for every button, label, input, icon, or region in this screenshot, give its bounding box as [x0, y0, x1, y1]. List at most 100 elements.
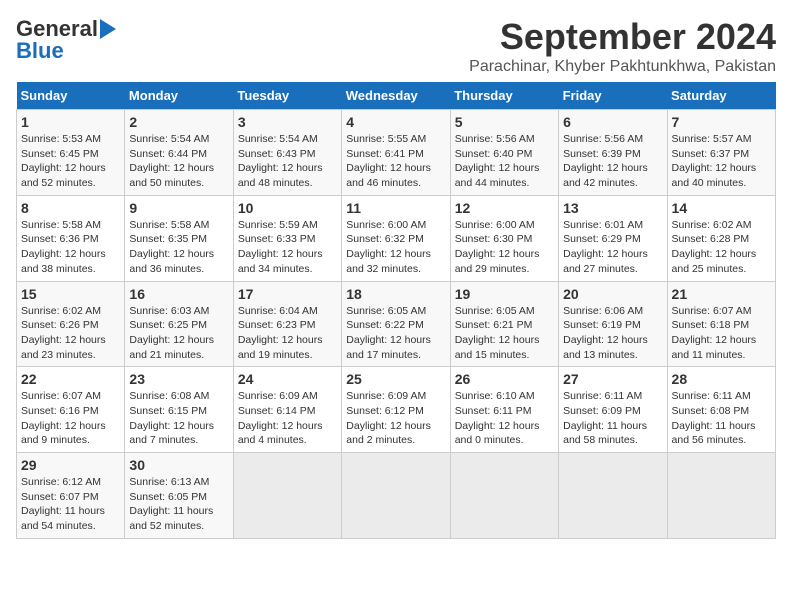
day-details: Sunrise: 6:02 AMSunset: 6:28 PMDaylight:… — [672, 218, 771, 277]
day-number: 5 — [455, 114, 554, 130]
week-row-1: 1Sunrise: 5:53 AMSunset: 6:45 PMDaylight… — [17, 110, 776, 196]
table-row: 29 Sunrise: 6:12 AMSunset: 6:07 PMDayligh… — [17, 453, 125, 539]
table-row: 28 Sunrise: 6:11 AMSunset: 6:08 PMDayligh… — [667, 367, 775, 453]
logo: General Blue — [16, 16, 116, 64]
table-row: 9 Sunrise: 5:58 AMSunset: 6:35 PMDaylight… — [125, 195, 233, 281]
day-number: 13 — [563, 200, 662, 216]
day-number: 26 — [455, 371, 554, 387]
day-details: Sunrise: 6:13 AMSunset: 6:05 PMDaylight:… — [129, 475, 228, 534]
page-subtitle: Parachinar, Khyber Pakhtunkhwa, Pakistan — [469, 58, 776, 76]
day-details: Sunrise: 6:11 AMSunset: 6:08 PMDaylight:… — [672, 389, 771, 448]
day-details: Sunrise: 5:58 AMSunset: 6:35 PMDaylight:… — [129, 218, 228, 277]
day-details: Sunrise: 6:07 AMSunset: 6:18 PMDaylight:… — [672, 304, 771, 363]
table-row: 7 Sunrise: 5:57 AMSunset: 6:37 PMDaylight… — [667, 110, 775, 196]
header-saturday: Saturday — [667, 82, 775, 110]
header-wednesday: Wednesday — [342, 82, 450, 110]
table-row: 10 Sunrise: 5:59 AMSunset: 6:33 PMDayligh… — [233, 195, 341, 281]
day-details: Sunrise: 6:02 AMSunset: 6:26 PMDaylight:… — [21, 304, 120, 363]
table-row: 5 Sunrise: 5:56 AMSunset: 6:40 PMDaylight… — [450, 110, 558, 196]
header-tuesday: Tuesday — [233, 82, 341, 110]
day-number: 7 — [672, 114, 771, 130]
table-row: 18 Sunrise: 6:05 AMSunset: 6:22 PMDayligh… — [342, 281, 450, 367]
table-row: 16Sunrise: 6:03 AMSunset: 6:25 PMDayligh… — [125, 281, 233, 367]
table-row: 11 Sunrise: 6:00 AMSunset: 6:32 PMDayligh… — [342, 195, 450, 281]
day-number: 25 — [346, 371, 445, 387]
day-number: 3 — [238, 114, 337, 130]
table-row — [559, 453, 667, 539]
table-row: 23 Sunrise: 6:08 AMSunset: 6:15 PMDayligh… — [125, 367, 233, 453]
day-number: 4 — [346, 114, 445, 130]
day-number: 22 — [21, 371, 120, 387]
day-number: 24 — [238, 371, 337, 387]
table-row: 22 Sunrise: 6:07 AMSunset: 6:16 PMDayligh… — [17, 367, 125, 453]
day-number: 18 — [346, 286, 445, 302]
table-row: 1Sunrise: 5:53 AMSunset: 6:45 PMDaylight… — [17, 110, 125, 196]
day-number: 27 — [563, 371, 662, 387]
week-row-2: 8Sunrise: 5:58 AMSunset: 6:36 PMDaylight… — [17, 195, 776, 281]
day-details: Sunrise: 6:01 AMSunset: 6:29 PMDaylight:… — [563, 218, 662, 277]
day-details: Sunrise: 6:00 AMSunset: 6:30 PMDaylight:… — [455, 218, 554, 277]
day-number: 17 — [238, 286, 337, 302]
table-row: 19 Sunrise: 6:05 AMSunset: 6:21 PMDayligh… — [450, 281, 558, 367]
table-row: 8Sunrise: 5:58 AMSunset: 6:36 PMDaylight… — [17, 195, 125, 281]
day-details: Sunrise: 6:05 AMSunset: 6:21 PMDaylight:… — [455, 304, 554, 363]
day-number: 23 — [129, 371, 228, 387]
day-details: Sunrise: 6:08 AMSunset: 6:15 PMDaylight:… — [129, 389, 228, 448]
calendar-body: 1Sunrise: 5:53 AMSunset: 6:45 PMDaylight… — [17, 110, 776, 539]
day-number: 21 — [672, 286, 771, 302]
day-number: 14 — [672, 200, 771, 216]
table-row: 17 Sunrise: 6:04 AMSunset: 6:23 PMDayligh… — [233, 281, 341, 367]
table-row: 4 Sunrise: 5:55 AMSunset: 6:41 PMDaylight… — [342, 110, 450, 196]
logo-blue: Blue — [16, 38, 64, 64]
logo-arrow-icon — [100, 19, 116, 39]
day-number: 12 — [455, 200, 554, 216]
day-details: Sunrise: 6:07 AMSunset: 6:16 PMDaylight:… — [21, 389, 120, 448]
day-details: Sunrise: 6:04 AMSunset: 6:23 PMDaylight:… — [238, 304, 337, 363]
week-row-4: 22 Sunrise: 6:07 AMSunset: 6:16 PMDayligh… — [17, 367, 776, 453]
day-details: Sunrise: 5:53 AMSunset: 6:45 PMDaylight:… — [21, 132, 120, 191]
table-row: 25Sunrise: 6:09 AMSunset: 6:12 PMDayligh… — [342, 367, 450, 453]
day-details: Sunrise: 6:06 AMSunset: 6:19 PMDaylight:… — [563, 304, 662, 363]
page-title: September 2024 — [469, 16, 776, 58]
day-details: Sunrise: 6:00 AMSunset: 6:32 PMDaylight:… — [346, 218, 445, 277]
table-row: 6 Sunrise: 5:56 AMSunset: 6:39 PMDaylight… — [559, 110, 667, 196]
day-details: Sunrise: 6:05 AMSunset: 6:22 PMDaylight:… — [346, 304, 445, 363]
day-details: Sunrise: 6:12 AMSunset: 6:07 PMDaylight:… — [21, 475, 120, 534]
day-details: Sunrise: 5:55 AMSunset: 6:41 PMDaylight:… — [346, 132, 445, 191]
table-row — [450, 453, 558, 539]
day-number: 9 — [129, 200, 228, 216]
day-number: 20 — [563, 286, 662, 302]
header-thursday: Thursday — [450, 82, 558, 110]
week-row-3: 15 Sunrise: 6:02 AMSunset: 6:26 PMDayligh… — [17, 281, 776, 367]
day-number: 15 — [21, 286, 120, 302]
day-details: Sunrise: 5:54 AMSunset: 6:44 PMDaylight:… — [129, 132, 228, 191]
day-number: 2 — [129, 114, 228, 130]
day-details: Sunrise: 6:11 AMSunset: 6:09 PMDaylight:… — [563, 389, 662, 448]
day-number: 6 — [563, 114, 662, 130]
day-number: 28 — [672, 371, 771, 387]
day-number: 11 — [346, 200, 445, 216]
day-details: Sunrise: 5:56 AMSunset: 6:40 PMDaylight:… — [455, 132, 554, 191]
day-number: 10 — [238, 200, 337, 216]
table-row: 13 Sunrise: 6:01 AMSunset: 6:29 PMDayligh… — [559, 195, 667, 281]
table-row: 21 Sunrise: 6:07 AMSunset: 6:18 PMDayligh… — [667, 281, 775, 367]
week-row-5: 29 Sunrise: 6:12 AMSunset: 6:07 PMDayligh… — [17, 453, 776, 539]
day-details: Sunrise: 5:57 AMSunset: 6:37 PMDaylight:… — [672, 132, 771, 191]
table-row: 30 Sunrise: 6:13 AMSunset: 6:05 PMDayligh… — [125, 453, 233, 539]
table-row: 26Sunrise: 6:10 AMSunset: 6:11 PMDayligh… — [450, 367, 558, 453]
calendar-table: Sunday Monday Tuesday Wednesday Thursday… — [16, 82, 776, 539]
day-details: Sunrise: 5:59 AMSunset: 6:33 PMDaylight:… — [238, 218, 337, 277]
table-row: 3Sunrise: 5:54 AMSunset: 6:43 PMDaylight… — [233, 110, 341, 196]
day-details: Sunrise: 5:56 AMSunset: 6:39 PMDaylight:… — [563, 132, 662, 191]
table-row — [667, 453, 775, 539]
table-row: 15 Sunrise: 6:02 AMSunset: 6:26 PMDayligh… — [17, 281, 125, 367]
table-row: 27 Sunrise: 6:11 AMSunset: 6:09 PMDayligh… — [559, 367, 667, 453]
day-number: 19 — [455, 286, 554, 302]
day-details: Sunrise: 6:09 AMSunset: 6:14 PMDaylight:… — [238, 389, 337, 448]
day-number: 16 — [129, 286, 228, 302]
day-number: 29 — [21, 457, 120, 473]
day-number: 30 — [129, 457, 228, 473]
table-row — [342, 453, 450, 539]
table-row: 20 Sunrise: 6:06 AMSunset: 6:19 PMDayligh… — [559, 281, 667, 367]
day-details: Sunrise: 5:58 AMSunset: 6:36 PMDaylight:… — [21, 218, 120, 277]
